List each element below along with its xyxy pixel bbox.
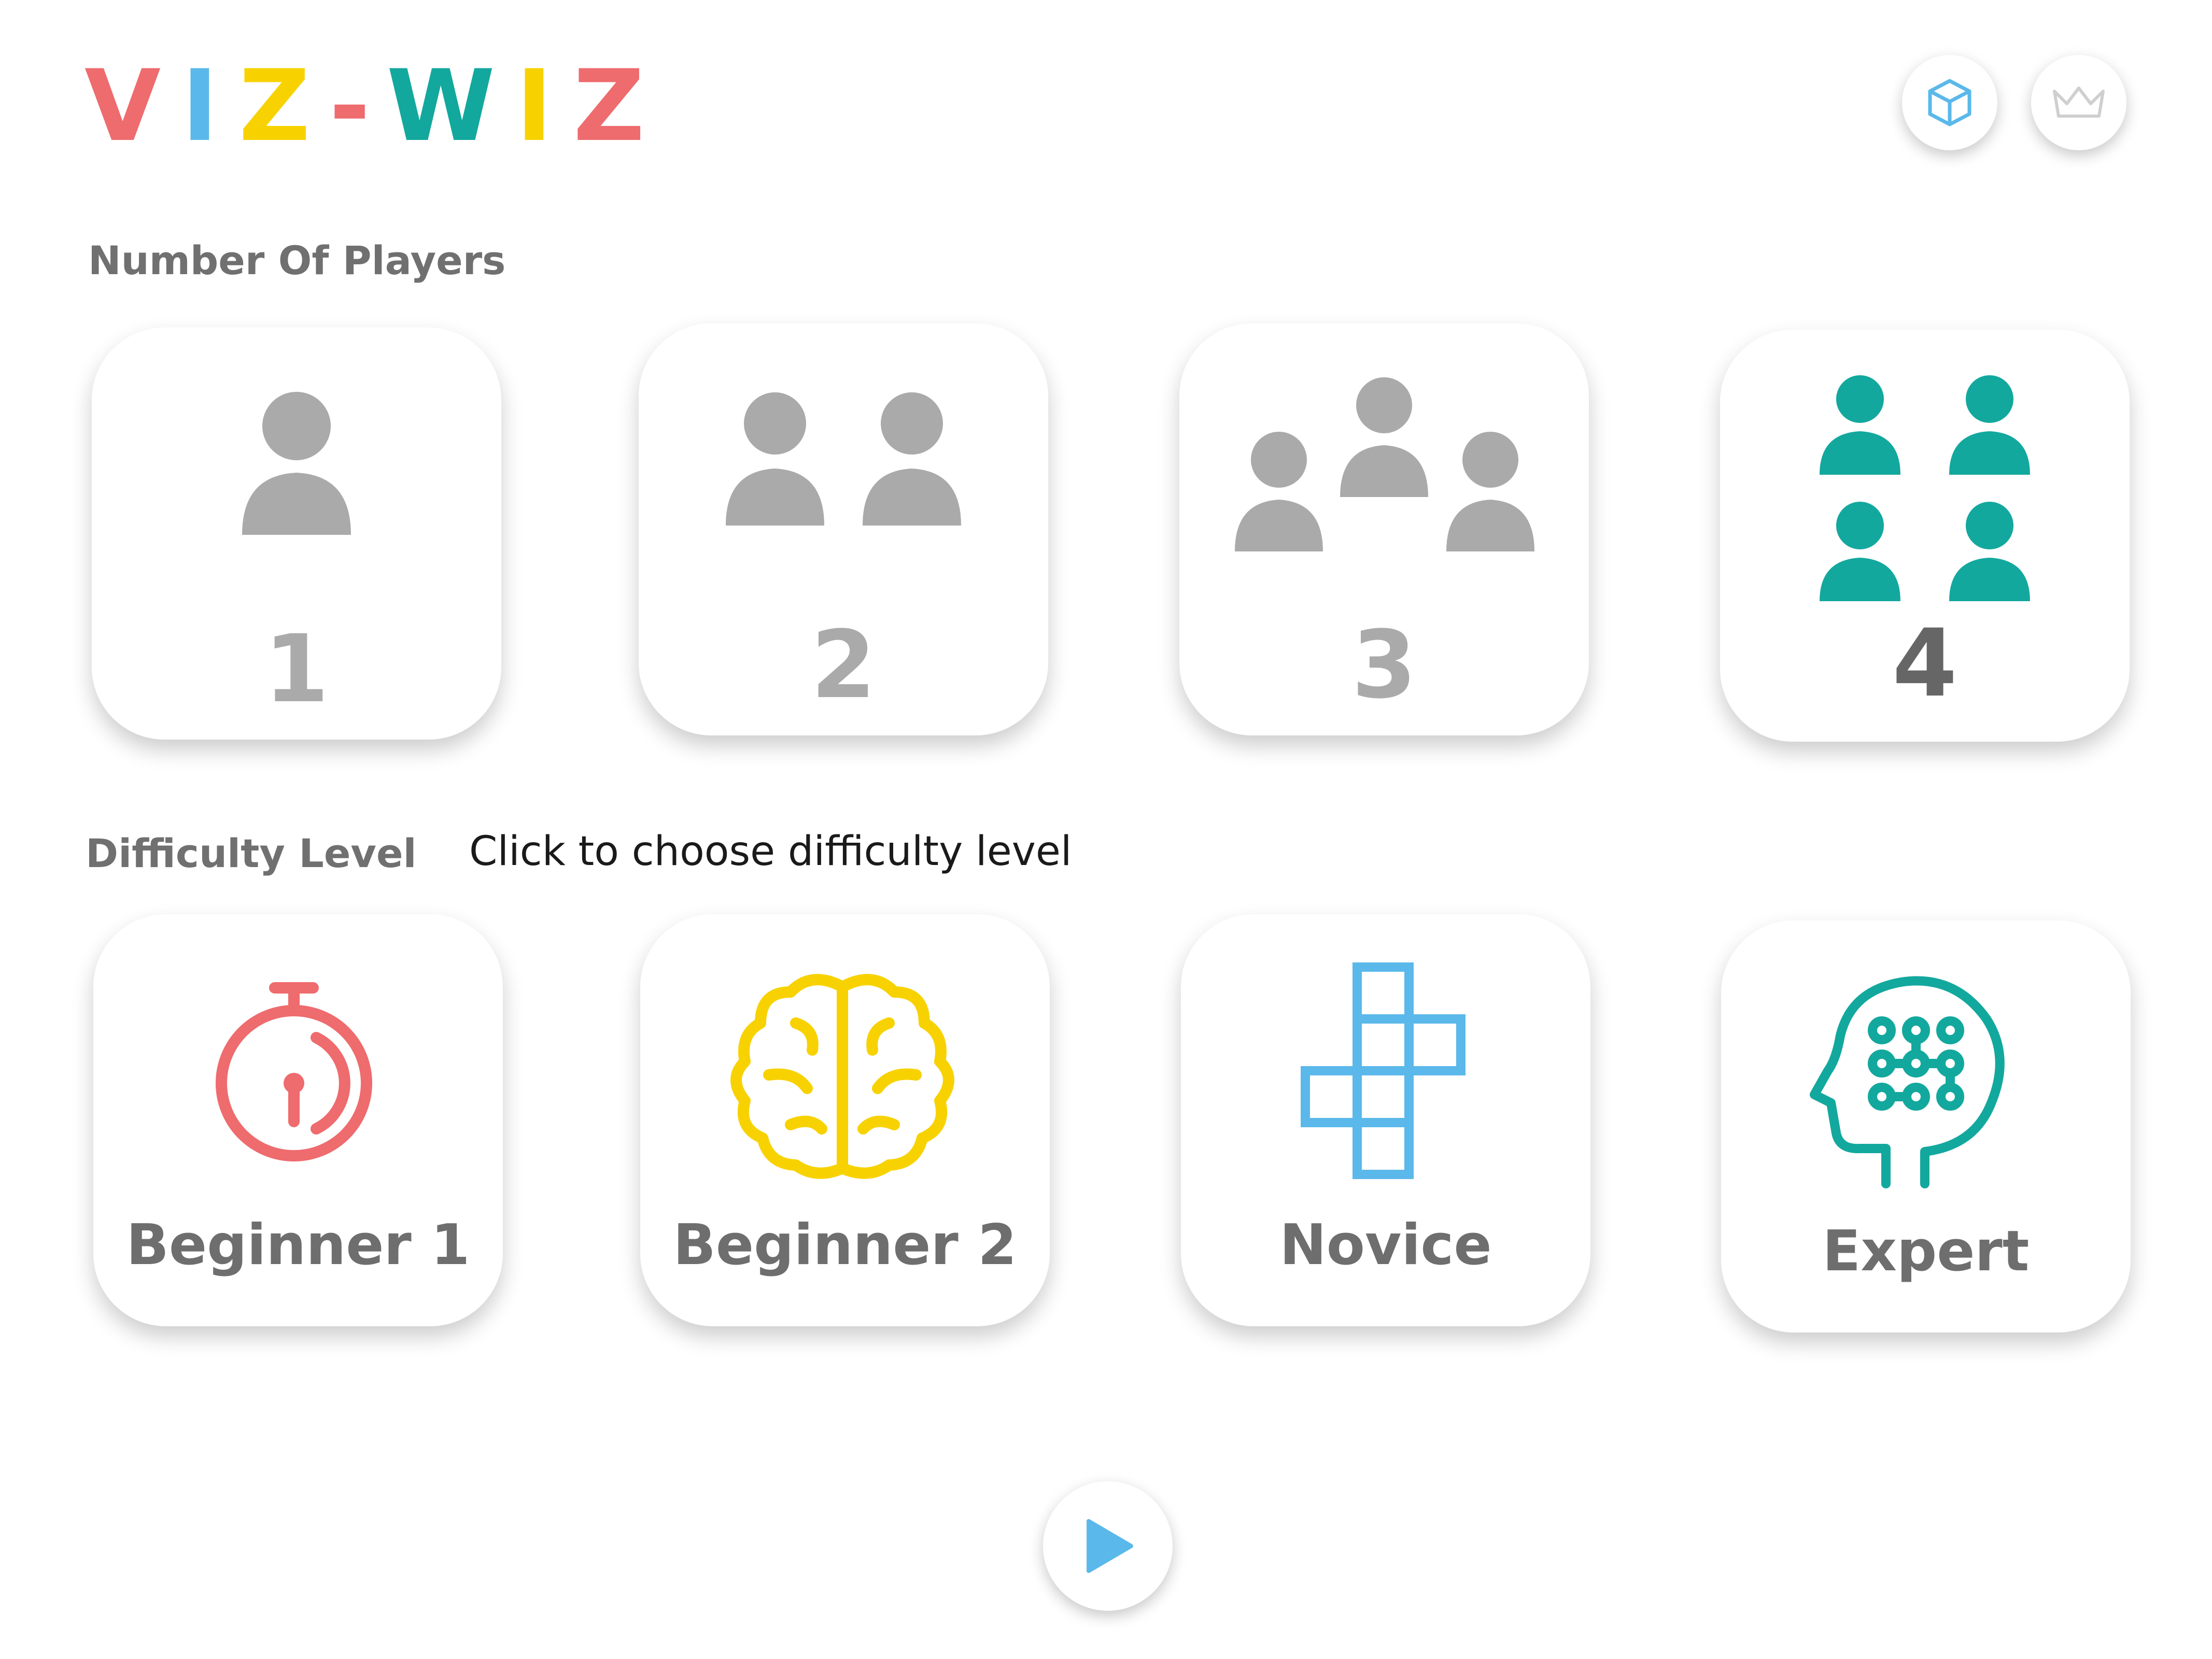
player-option-3[interactable]: 3 xyxy=(1179,323,1589,735)
difficulty-option-novice[interactable]: Novice xyxy=(1181,914,1590,1326)
difficulty-hint: Click to choose difficulty level xyxy=(469,828,1072,875)
logo-letter: Z xyxy=(238,49,330,163)
logo-letter: W xyxy=(386,49,516,163)
logo-letter: I xyxy=(516,49,573,163)
difficulty-label: Beginner 1 xyxy=(126,1213,470,1278)
difficulty-option-expert[interactable]: Expert xyxy=(1721,920,2131,1332)
player-count-label: 4 xyxy=(1892,609,1957,718)
app-logo: VIZ-WIZ xyxy=(84,57,666,155)
difficulty-label: Novice xyxy=(1279,1213,1492,1278)
difficulty-label: Expert xyxy=(1822,1219,2030,1284)
cube-icon xyxy=(1928,79,1971,126)
difficulty-option-beginner-1[interactable]: Beginner 1 xyxy=(93,914,503,1326)
logo-letter: - xyxy=(329,49,387,163)
player-count-label: 3 xyxy=(1351,611,1417,719)
logo-letter: Z xyxy=(573,49,666,163)
player-count-label: 2 xyxy=(811,611,876,719)
players-section-label: Number Of Players xyxy=(88,237,506,283)
player-option-2[interactable]: 2 xyxy=(639,323,1048,735)
player-count-label: 1 xyxy=(264,615,329,724)
difficulty-section-label: Difficulty Level xyxy=(86,830,417,876)
cube-button[interactable] xyxy=(1902,55,1997,150)
crown-icon xyxy=(2053,87,2105,118)
logo-letter: V xyxy=(84,49,182,163)
player-option-4[interactable]: 4 xyxy=(1720,330,2130,742)
player-option-1[interactable]: 1 xyxy=(92,328,501,740)
logo-letter: I xyxy=(181,49,239,163)
crown-button[interactable] xyxy=(2031,55,2126,150)
play-icon xyxy=(1087,1519,1133,1573)
difficulty-option-beginner-2[interactable]: Beginner 2 xyxy=(640,914,1050,1326)
play-button[interactable] xyxy=(1043,1481,1173,1611)
difficulty-label: Beginner 2 xyxy=(673,1213,1017,1278)
